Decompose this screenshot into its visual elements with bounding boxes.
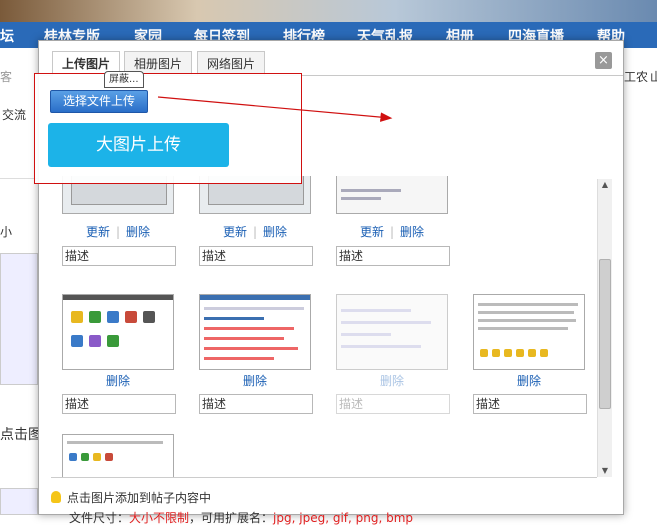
scroll-down-icon[interactable]: ▼ (598, 465, 612, 477)
background-text: 点击图 (0, 427, 42, 443)
delete-link[interactable]: 删除 (243, 374, 267, 388)
description-input[interactable]: 描述 (473, 394, 587, 414)
file-info: 文件尺寸：大小不限制，可用扩展名：jpg, jpeg, gif, png, bm… (69, 509, 413, 526)
image-actions: 删除 (199, 372, 311, 389)
image-actions: 更新 | 删除 (85, 225, 151, 239)
image-thumbnail[interactable] (62, 294, 174, 370)
description-input[interactable]: 描述 (62, 246, 176, 266)
update-link[interactable]: 更新 (360, 225, 384, 239)
background-right-strip: 工农 山 (622, 48, 657, 513)
background-text: 山 (650, 70, 657, 84)
image-thumbnail[interactable] (336, 176, 448, 214)
image-thumbnail[interactable] (336, 294, 448, 370)
image-actions: 更新 | 删除 (359, 225, 425, 239)
background-image (0, 253, 38, 385)
image-thumbnail[interactable] (473, 294, 585, 370)
description-input[interactable]: 描述 (336, 394, 450, 414)
lightbulb-icon (51, 491, 61, 503)
image-actions: 删除 (473, 372, 585, 389)
tip-text: 点击图片添加到帖子内容中 (67, 491, 212, 505)
delete-link[interactable]: 删除 (263, 225, 287, 239)
image-actions: 更新 | 删除 (222, 225, 288, 239)
background-image (0, 488, 38, 515)
annotation-arrow-icon (157, 96, 393, 122)
image-thumbnail[interactable] (199, 294, 311, 370)
delete-link[interactable]: 删除 (126, 225, 150, 239)
delete-link[interactable]: 删除 (517, 374, 541, 388)
site-banner (0, 0, 657, 22)
delete-link[interactable]: 删除 (400, 225, 424, 239)
description-input[interactable]: 描述 (199, 246, 313, 266)
file-extensions: jpg, jpeg, gif, png, bmp (273, 511, 414, 525)
image-actions: 删除 (336, 372, 448, 389)
description-input[interactable]: 描述 (199, 394, 313, 414)
description-input[interactable]: 描述 (62, 394, 176, 414)
grid-scrollbar[interactable]: ▲ ▼ (597, 179, 612, 477)
background-text: 工农 (624, 70, 649, 84)
file-size-limit: 大小不限制 (129, 511, 190, 525)
image-grid: 更新 | 删除 描述 更新 | 删除 描述 更新 | 删除 描述 删除 描述 删… (39, 176, 609, 477)
file-info-prefix: 文件尺寸： (69, 511, 130, 525)
close-button[interactable]: × (595, 52, 612, 69)
nav-item[interactable]: 坛 (0, 26, 14, 46)
update-link[interactable]: 更新 (86, 225, 110, 239)
scroll-up-icon[interactable]: ▲ (598, 179, 612, 191)
screen-badge: 屏蔽... (104, 71, 144, 88)
background-text: 交流 (2, 108, 27, 122)
image-actions: 删除 (62, 372, 174, 389)
background-text: 小 (0, 225, 13, 239)
update-link[interactable]: 更新 (223, 225, 247, 239)
delete-link[interactable]: 删除 (380, 374, 404, 388)
scrollbar-thumb[interactable] (599, 259, 611, 409)
file-info-middle: ，可用扩展名： (189, 511, 274, 525)
divider (51, 477, 597, 478)
upload-tip: 点击图片添加到帖子内容中 (51, 489, 211, 506)
description-input[interactable]: 描述 (336, 246, 450, 266)
background-text: 客 (0, 70, 13, 84)
select-file-upload-button[interactable]: 选择文件上传 (50, 90, 148, 113)
tab-web-image[interactable]: 网络图片 (197, 51, 266, 75)
large-image-upload-button[interactable]: 大图片上传 (48, 123, 229, 167)
delete-link[interactable]: 删除 (106, 374, 130, 388)
image-thumbnail[interactable] (62, 434, 174, 477)
